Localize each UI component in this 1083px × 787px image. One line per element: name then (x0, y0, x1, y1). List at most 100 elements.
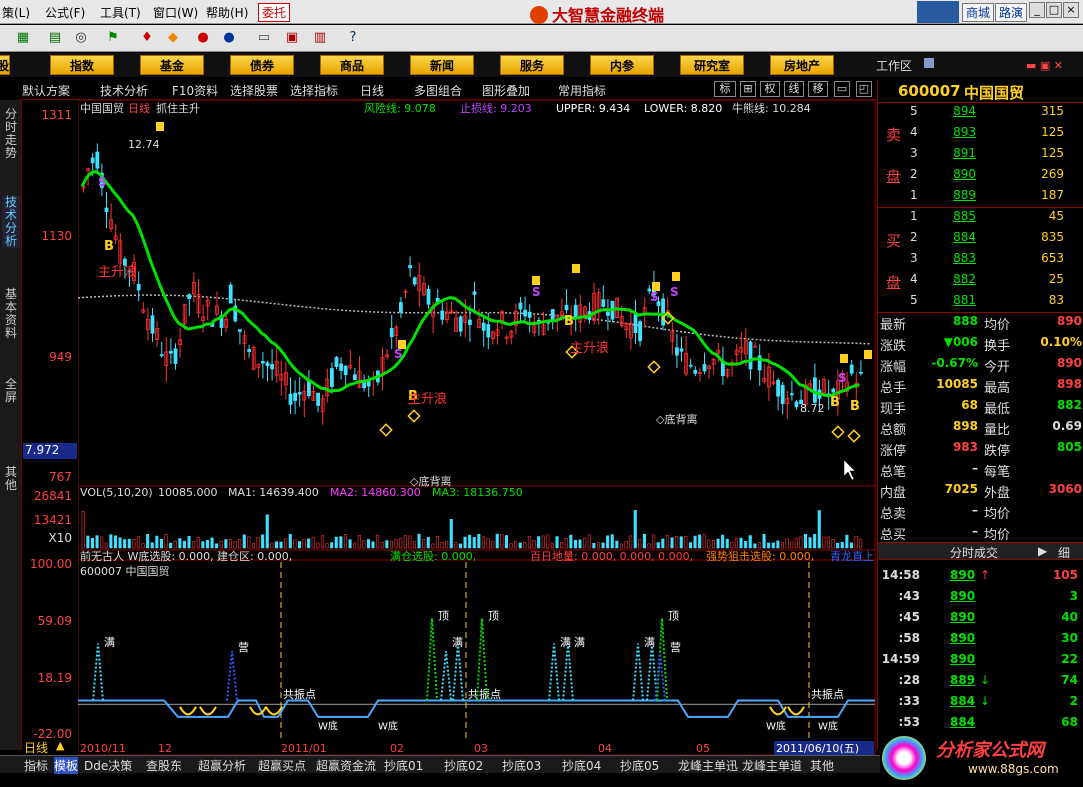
menu-window[interactable]: 窗口(W) (153, 4, 198, 21)
chart-frame (78, 100, 876, 756)
roadshow-button[interactable]: 路演 (995, 3, 1028, 22)
bottom-tab[interactable]: 抄底04 (562, 757, 601, 774)
select-stock-button[interactable]: 选择股票 (230, 82, 278, 99)
buy-price[interactable]: 885 (926, 209, 976, 223)
volume-bar (274, 541, 278, 549)
period-button[interactable]: 日线 (360, 82, 384, 99)
bottom-tab[interactable]: 超赢分析 (198, 757, 246, 774)
sell-price[interactable]: 890 (926, 167, 976, 181)
buy-price[interactable]: 883 (926, 251, 976, 265)
bottom-tab[interactable]: 抄底01 (384, 757, 423, 774)
cat-service[interactable]: 服务 (500, 55, 564, 75)
minimize-icon[interactable]: _ (1029, 2, 1045, 18)
cat-index[interactable]: 指数 (50, 55, 114, 75)
rights-button[interactable]: 权 (760, 81, 780, 97)
common-indicator-button[interactable]: 常用指标 (558, 82, 606, 99)
cat-bond[interactable]: 债券 (230, 55, 294, 75)
tab-other[interactable]: 其他 (2, 466, 20, 492)
bottom-tab[interactable]: Dde决策 (84, 757, 132, 774)
bottom-tab[interactable]: 其他 (810, 757, 834, 774)
cat-commodity[interactable]: 商品 (320, 55, 384, 75)
bottom-tab[interactable]: 模板 (54, 757, 79, 774)
period-triangle-icon[interactable]: ▲ (56, 739, 64, 752)
workzone-label[interactable]: 工作区 (876, 57, 912, 74)
move-button[interactable]: 移 (808, 81, 828, 97)
mark-button[interactable]: 标 (714, 81, 736, 97)
info-icon[interactable]: ● (220, 30, 238, 46)
buy-price[interactable]: 882 (926, 272, 976, 286)
mall-button[interactable]: 商城 (962, 3, 995, 22)
tab-fullscreen[interactable]: 全屏 (2, 378, 20, 404)
candle-body (573, 304, 578, 319)
dropdown-icon[interactable] (924, 58, 934, 68)
bottom-tab[interactable]: 指标 (24, 757, 48, 774)
vol-tick-mid: 13421 (33, 513, 72, 527)
f10-icon[interactable]: ● (194, 30, 212, 46)
bottom-tab[interactable]: 超赢买点 (258, 757, 306, 774)
sell-price[interactable]: 889 (926, 188, 976, 202)
sell-price[interactable]: 891 (926, 146, 976, 160)
close-icon[interactable]: × (1063, 2, 1079, 18)
sell-price[interactable]: 894 (926, 104, 976, 118)
cat-insider[interactable]: 内参 (590, 55, 654, 75)
candle-body (776, 379, 780, 397)
buy-price[interactable]: 884 (926, 230, 976, 244)
play-icon[interactable]: ▶ (1038, 544, 1047, 558)
volume-bar (343, 534, 348, 549)
overlay-button[interactable]: 图形叠加 (482, 82, 530, 99)
menu-tools[interactable]: 工具(T) (100, 4, 141, 21)
list-icon[interactable]: ▤ (46, 30, 64, 46)
cat-research[interactable]: 研究室 (680, 55, 744, 75)
flag-icon[interactable]: ⚑ (104, 30, 122, 46)
cat-news[interactable]: 新闻 (410, 55, 474, 75)
bottom-tab[interactable]: 超赢资金流 (316, 757, 376, 774)
tab-fundamentals[interactable]: 基本资料 (2, 288, 20, 340)
binoculars-icon[interactable]: ◎ (72, 30, 90, 46)
buy-price[interactable]: 881 (926, 293, 976, 307)
quote-icon[interactable]: ▦ (14, 30, 32, 46)
bottom-tab[interactable]: 抄底02 (444, 757, 483, 774)
bottom-tab[interactable]: 查股东 (146, 757, 182, 774)
maximize-icon[interactable]: □ (1046, 2, 1062, 18)
multi-chart-button[interactable]: 多图组合 (414, 82, 462, 99)
menu-help[interactable]: 帮助(H) (206, 4, 248, 21)
menu-strategy[interactable]: 策(L) (2, 4, 30, 21)
menu-formula[interactable]: 公式(F) (45, 4, 85, 21)
volume-bar (127, 538, 131, 549)
print-icon[interactable]: ▭ (255, 30, 273, 46)
bottom-tab[interactable]: 龙峰主单迅 (678, 757, 738, 774)
period-tab[interactable]: 日线 (24, 739, 48, 756)
select-indicator-button[interactable]: 选择指标 (290, 82, 338, 99)
kline-chart[interactable]: 中国国贸 日线 抓住主升 风险线: 9.078 止损线: 9.203 UPPER… (78, 100, 876, 756)
cat-fund[interactable]: 基金 (140, 55, 204, 75)
tick-time: :45 (898, 610, 921, 624)
cat-stock[interactable]: 股 (0, 55, 10, 75)
cat-realestate[interactable]: 房地产 (770, 55, 834, 75)
help-icon[interactable]: ? (344, 30, 362, 46)
f10-button[interactable]: F10资料 (172, 82, 218, 99)
volume-bar (826, 536, 831, 549)
grid-button[interactable]: ⊞ (740, 81, 756, 97)
line-button[interactable]: 线 (784, 81, 804, 97)
bottom-tab[interactable]: 抄底05 (620, 757, 659, 774)
bottom-tab[interactable]: 抄底03 (502, 757, 541, 774)
window-icon[interactable]: ▣ (283, 30, 301, 46)
zoom-icon[interactable]: ▭ (834, 81, 850, 97)
books-icon[interactable]: ▥ (311, 30, 329, 46)
wbottom-label: W底 (378, 719, 398, 732)
tab-tech-analysis[interactable]: 技术分析 (2, 196, 20, 248)
sell-price[interactable]: 893 (926, 125, 976, 139)
bottom-tab[interactable]: 龙峰主单道 (742, 757, 802, 774)
diamond-icon[interactable]: ◆ (164, 30, 182, 46)
tab-intraday[interactable]: 分时走势 (2, 108, 20, 160)
ticks-more-button[interactable]: 细 (1058, 544, 1070, 561)
tech-analysis-button[interactable]: 技术分析 (100, 82, 148, 99)
expand-icon[interactable]: ◰ (856, 81, 872, 97)
volume-bar (440, 541, 444, 549)
scheme-button[interactable]: 默认方案 (22, 82, 70, 99)
weituo-button[interactable]: 委托 (258, 3, 291, 22)
alert-icon[interactable]: ♦ (138, 30, 156, 46)
sell-level: 5 (910, 104, 918, 118)
restore-icon[interactable]: ▬ ▣ ✕ (1026, 59, 1063, 72)
volume-bar (288, 534, 292, 549)
